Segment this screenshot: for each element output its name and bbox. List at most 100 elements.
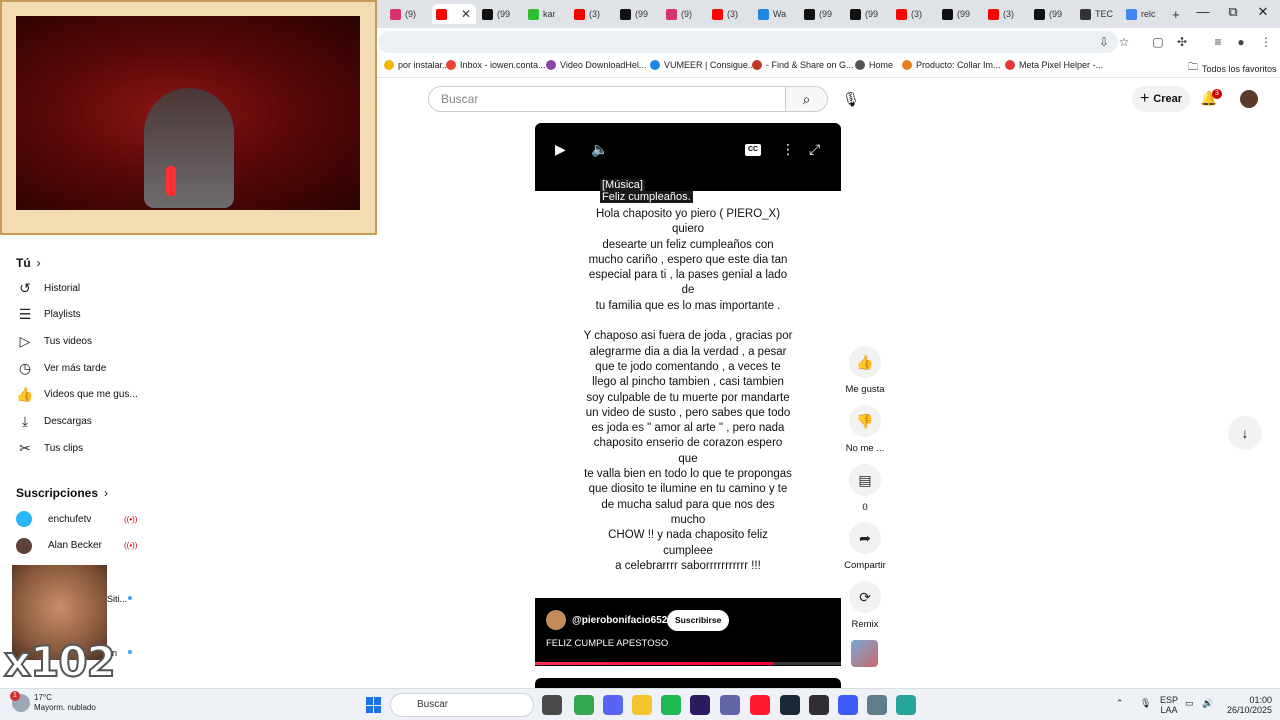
video-player-controls[interactable]: ▶ 🔈 CC ⋮ ⤢ [535,123,841,191]
spotify-app-icon[interactable] [661,695,681,715]
you-section-header[interactable]: Tú › [16,256,41,270]
chevron-up-icon[interactable]: ⌃ [1116,698,1124,708]
search-button[interactable]: ⌕ [786,86,828,112]
browser-tab[interactable]: kar [524,4,568,24]
taskbar-search-box[interactable]: Buscar [390,693,534,717]
browser-tab[interactable]: (3) [892,4,936,24]
tool-app-icon[interactable] [896,695,916,715]
subscriptions-section-header[interactable]: Suscripciones › [16,486,108,500]
browser-tab[interactable]: (99 [800,4,844,24]
dislike-action[interactable]: 👎 No me ... [840,405,890,454]
tab-search-icon[interactable]: ≡ [1210,34,1226,50]
share-icon[interactable]: ➦ [849,522,881,554]
microphone-tray-icon[interactable]: 🎙 [1140,698,1151,708]
arrow-down-icon[interactable]: ↓ [1228,416,1262,450]
speaker-icon[interactable]: 🔊 [1202,698,1213,708]
vpn-app-icon[interactable] [838,695,858,715]
remix-icon[interactable]: ⟳ [849,581,881,613]
channel-handle[interactable]: @pierobonifacio6529 [572,615,673,626]
bookmark-item[interactable]: VUMEER | Consigue... [650,60,755,70]
subscribe-button[interactable]: Suscribirse [667,610,730,631]
address-bar[interactable] [378,31,1118,53]
browser-tab[interactable]: (99 [478,4,522,24]
thumb-up-icon[interactable]: 👍 [849,346,881,378]
fullscreen-icon[interactable]: ⤢ [809,141,820,158]
browser-tab[interactable]: TEC [1076,4,1120,24]
new-tab-button[interactable]: + [1168,4,1180,24]
comments-action[interactable]: ▤ 0 [840,464,890,513]
bookmark-star-icon[interactable]: ☆ [1116,34,1132,50]
bookmark-item[interactable]: Video DownloadHel... [546,60,646,70]
subscription-item[interactable]: Alan Becker ((•)) [0,533,152,559]
extensions-icon[interactable]: ✣ [1174,34,1190,50]
discord-app-icon[interactable] [603,695,623,715]
maximize-icon[interactable]: ⧉ [1218,4,1248,20]
sidebar-item[interactable]: ☰ Playlists [0,302,152,328]
subscription-item[interactable]: enchufetv ((•)) [0,506,152,532]
minimize-icon[interactable]: — [1188,4,1218,19]
browser-tab[interactable]: (99 [616,4,660,24]
menu-kebab-icon[interactable]: ⋮ [1258,34,1274,50]
remix-action[interactable]: ⟳ Remix [840,581,890,630]
search-input[interactable]: Buscar [428,86,786,112]
sidebar-item[interactable]: ↺ Historial [0,275,152,301]
install-app-icon[interactable]: ⇩ [1096,34,1112,50]
video-title[interactable]: FELIZ CUMPLE APESTOSO [546,638,668,649]
folder-app-icon[interactable] [632,695,652,715]
browser-tab[interactable]: Wa [754,4,798,24]
volume-icon[interactable]: 🔈 [591,141,608,158]
steam-app-icon[interactable] [780,695,800,715]
close-window-icon[interactable]: ✕ [1248,4,1278,20]
sidebar-item[interactable]: ⤓ Descargas [0,409,152,435]
clock[interactable]: 01:00 26/10/2025 [1222,695,1272,715]
obs-app-icon[interactable] [809,695,829,715]
network-icon[interactable]: ▭ [1185,698,1194,708]
browser-tab[interactable]: (9) [662,4,706,24]
browser-tab[interactable]: (9) [386,4,430,24]
opera-app-icon[interactable] [750,695,770,715]
teams-app-icon[interactable] [720,695,740,715]
audio-source-thumbnail[interactable] [851,640,878,667]
sidebar-partial-label[interactable]: Siti... [107,594,127,604]
captions-button[interactable]: CC [745,144,761,156]
devtools-icon[interactable]: ▢ [1150,34,1166,50]
settings-app-icon[interactable] [867,695,887,715]
sidebar-item[interactable]: ✂ Tus clips [0,435,152,461]
browser-tab[interactable]: (99 [846,4,890,24]
bookmark-item[interactable]: por instalar... [384,60,450,70]
sidebar-item[interactable]: ▷ Tus videos [0,328,152,354]
browser-tab[interactable]: (99 [1030,4,1074,24]
bookmark-item[interactable]: Inbox - iowen.conta... [446,60,546,70]
browser-tab[interactable]: ✕ [432,4,476,24]
bookmark-item[interactable]: Producto: Collar Im... [902,60,1001,70]
browser-tab[interactable]: (3) [708,4,752,24]
chrome-app-icon[interactable] [574,695,594,715]
voice-search-button[interactable]: 🎙 [838,86,864,112]
browser-tab[interactable]: (99 [938,4,982,24]
weather-widget[interactable]: 1 17°C Mayorm. nublado [10,691,96,713]
all-bookmarks-folder[interactable]: 🗀 Todos los favoritos [1188,60,1277,77]
bookmark-item[interactable]: Meta Pixel Helper -... [1005,60,1103,70]
browser-tab[interactable]: (3) [984,4,1028,24]
progress-bar[interactable] [535,662,841,665]
profile-icon[interactable]: ● [1233,34,1249,50]
channel-avatar[interactable] [546,610,566,630]
account-avatar[interactable] [1240,90,1258,108]
sidebar-item[interactable]: ◷ Ver más tarde [0,355,152,381]
premiere-app-icon[interactable] [690,695,710,715]
tab-close-icon[interactable]: ✕ [461,7,471,21]
more-options-icon[interactable]: ⋮ [781,141,795,158]
create-button[interactable]: + Crear [1132,86,1190,112]
bookmark-item[interactable]: - Find & Share on G... [752,60,854,70]
like-action[interactable]: 👍 Me gusta [840,346,890,395]
play-icon[interactable]: ▶ [555,141,566,158]
thumb-down-icon[interactable]: 👎 [849,405,881,437]
share-action[interactable]: ➦ Compartir [840,522,890,571]
explorer-app-icon[interactable] [542,695,562,715]
browser-tab[interactable]: relc [1122,4,1166,24]
bookmark-item[interactable]: Home [855,60,893,70]
language-indicator[interactable]: ESP LAA [1160,695,1178,715]
browser-tab[interactable]: (3) [570,4,614,24]
sidebar-item[interactable]: 👍 Videos que me gus... [0,382,152,408]
windows-start-icon[interactable] [366,697,382,713]
